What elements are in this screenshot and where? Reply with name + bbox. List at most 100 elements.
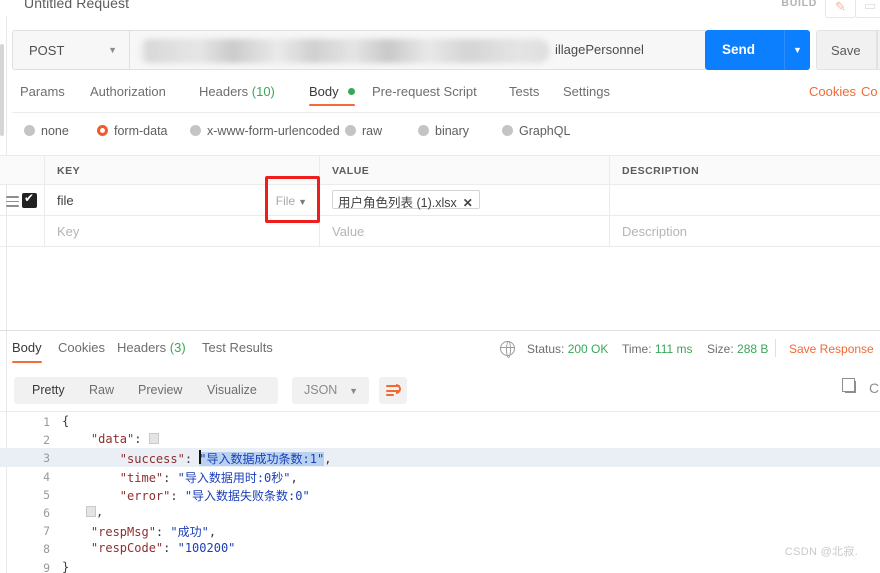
- save-button[interactable]: Save: [816, 30, 877, 70]
- line-text: "success": "导入数据成功条数:1",: [62, 452, 332, 467]
- body-type-graphql[interactable]: GraphQL: [502, 124, 570, 138]
- selected-file-chip[interactable]: 用户角色列表 (1).xlsx ✕: [332, 190, 480, 210]
- line-text: ,: [62, 505, 103, 519]
- cookies-link[interactable]: Cookies: [809, 84, 856, 99]
- body-type-form-data[interactable]: form-data: [97, 124, 168, 138]
- code-line: 9 }: [0, 558, 880, 573]
- build-label: BUILD: [781, 0, 817, 9]
- search-icon[interactable]: C: [869, 380, 879, 396]
- radio-icon: [502, 125, 513, 136]
- radio-icon: [24, 125, 35, 136]
- header-cell-key: KEY: [45, 156, 320, 184]
- url-visible-text: illagePersonnel: [555, 42, 644, 57]
- request-tabs: Params Authorization Headers (10) Body P…: [12, 84, 880, 112]
- row-description-cell[interactable]: Description: [610, 216, 880, 246]
- column-header-description: DESCRIPTION: [622, 165, 700, 177]
- edit-pencil-button[interactable]: ✎: [825, 0, 856, 18]
- row-check-cell[interactable]: [0, 216, 45, 246]
- radio-icon: [190, 125, 201, 136]
- remove-file-icon[interactable]: ✕: [463, 196, 473, 210]
- line-text: "time": "导入数据用时:0秒",: [62, 470, 298, 485]
- drag-handle-icon[interactable]: [6, 196, 19, 210]
- watermark: CSDN @北寂.: [784, 546, 858, 558]
- url-input[interactable]: illagePersonnel: [130, 30, 707, 70]
- divider: [775, 339, 776, 357]
- tab-authorization[interactable]: Authorization: [90, 84, 166, 99]
- pane-divider[interactable]: [0, 330, 880, 331]
- view-raw[interactable]: Raw: [89, 383, 114, 397]
- table-header-row: KEY VALUE DESCRIPTION ••• Bulk Ed: [0, 156, 880, 185]
- response-tab-body[interactable]: Body: [12, 340, 42, 363]
- row-value-cell[interactable]: Value: [320, 216, 610, 246]
- save-response-link[interactable]: Save Response: [789, 342, 874, 356]
- time-value: 111 ms: [654, 342, 693, 356]
- active-tab-underline: [12, 360, 42, 363]
- active-tab-underline: [309, 103, 356, 106]
- view-preview[interactable]: Preview: [138, 383, 182, 397]
- radio-label: raw: [362, 124, 383, 138]
- tab-body[interactable]: Body: [309, 84, 356, 106]
- copy-icon[interactable]: [841, 378, 856, 393]
- body-type-binary[interactable]: binary: [418, 124, 469, 138]
- postman-window: Untitled Request BUILD ✎ ▭ POST ▼ illage…: [0, 0, 880, 573]
- code-link[interactable]: Co: [861, 84, 878, 99]
- status-value: 200 OK: [567, 342, 609, 356]
- header-cell-description: DESCRIPTION ••• Bulk Ed: [610, 156, 880, 184]
- tab-label: Body: [12, 340, 42, 355]
- tab-tests[interactable]: Tests: [509, 84, 539, 99]
- row-key-cell[interactable]: file File ▼: [45, 185, 320, 215]
- tab-label: Pre-request Script: [372, 84, 477, 99]
- chevron-down-icon: ▼: [298, 197, 307, 207]
- tab-label: Tests: [509, 84, 540, 99]
- code-line: 6 ,: [0, 503, 880, 521]
- response-body-viewer[interactable]: 1 { 2 "data": 3 "success": "导入数据成功条数:1",…: [0, 412, 880, 573]
- row-check-cell: [0, 185, 45, 215]
- code-line: 4 "time": "导入数据用时:0秒",: [0, 467, 880, 485]
- line-number: 5: [43, 487, 50, 502]
- tab-label: Authorization: [90, 84, 166, 99]
- tab-headers[interactable]: Headers (10): [199, 84, 275, 99]
- tab-count: (3): [169, 340, 186, 355]
- radio-label: x-www-form-urlencoded: [207, 124, 340, 138]
- view-pretty[interactable]: Pretty: [32, 383, 65, 397]
- tab-settings[interactable]: Settings: [563, 84, 610, 99]
- param-type-select[interactable]: File ▼: [276, 194, 307, 208]
- code-line-highlighted: 3 "success": "导入数据成功条数:1",: [0, 448, 880, 467]
- sidebar-scrollbar[interactable]: [0, 44, 4, 136]
- save-button-label: Save: [831, 43, 861, 58]
- row-key-cell[interactable]: Key: [45, 216, 320, 246]
- tab-label: Settings: [563, 84, 610, 99]
- body-type-raw[interactable]: raw: [345, 124, 382, 138]
- radio-icon: [418, 125, 429, 136]
- response-tab-headers[interactable]: Headers (3): [117, 340, 186, 355]
- tab-label: Test Results: [202, 340, 273, 355]
- radio-label: GraphQL: [519, 124, 571, 138]
- row-checkbox[interactable]: [22, 191, 37, 208]
- send-button[interactable]: Send: [705, 30, 784, 70]
- http-method-select[interactable]: POST ▼: [12, 30, 130, 70]
- row-description-cell[interactable]: [610, 185, 880, 215]
- response-tab-test-results[interactable]: Test Results: [202, 340, 273, 355]
- response-format-select[interactable]: JSON ▼: [292, 377, 369, 404]
- body-type-x-www-form-urlencoded[interactable]: x-www-form-urlencoded: [190, 124, 340, 138]
- body-present-dot-icon: [348, 88, 356, 95]
- size-indicator: Size: 288 B: [707, 342, 768, 356]
- file-name-label: 用户角色列表 (1).xlsx: [338, 196, 457, 210]
- description-placeholder: Description: [622, 224, 688, 239]
- view-visualize[interactable]: Visualize: [207, 383, 257, 397]
- response-tab-cookies[interactable]: Cookies: [58, 340, 105, 355]
- tab-params[interactable]: Params: [20, 84, 65, 99]
- header-cell-value: VALUE: [320, 156, 610, 184]
- line-text: "respCode": "100200": [62, 541, 236, 556]
- body-type-none[interactable]: none: [24, 124, 69, 138]
- tab-pre-request-script[interactable]: Pre-request Script: [372, 84, 477, 99]
- value-placeholder: Value: [332, 224, 365, 239]
- view-label: Pretty: [32, 383, 65, 397]
- line-number: 1: [43, 415, 50, 429]
- format-label: JSON: [304, 383, 338, 397]
- text-cursor: [199, 450, 201, 465]
- send-options-button[interactable]: ▼: [784, 30, 810, 70]
- radio-label: none: [41, 124, 69, 138]
- comment-button[interactable]: ▭: [855, 0, 880, 18]
- wrap-lines-button[interactable]: [379, 377, 407, 404]
